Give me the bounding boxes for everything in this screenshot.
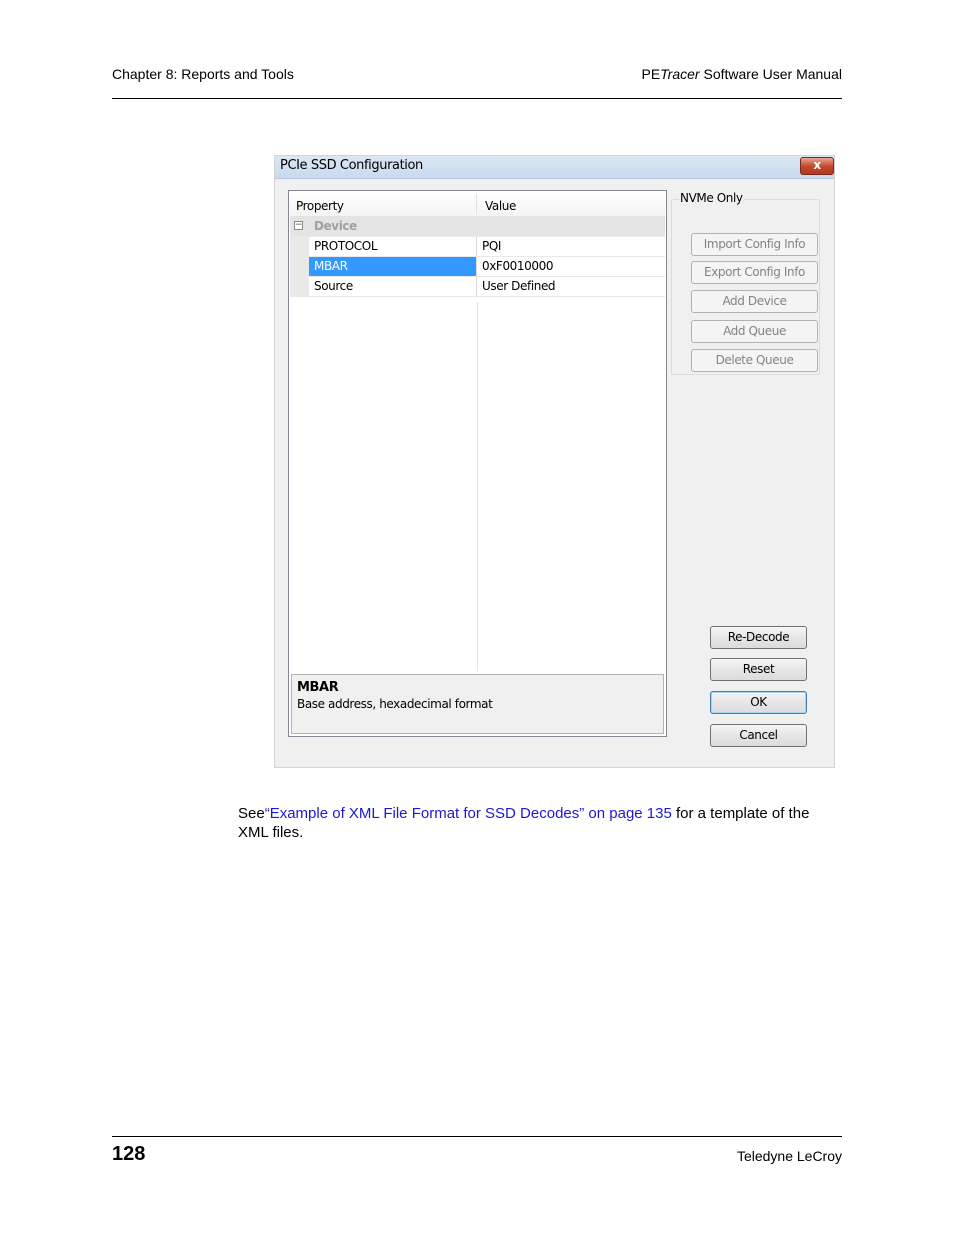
grid-header: Property Value: [290, 192, 665, 217]
property-row-source[interactable]: Source User Defined: [290, 277, 665, 297]
reset-button[interactable]: Reset: [710, 658, 807, 681]
category-label: Device: [314, 219, 357, 233]
close-button[interactable]: x: [800, 157, 834, 175]
manual-italic: Tracer: [660, 66, 700, 82]
column-divider: [476, 257, 477, 276]
row-gutter: [290, 237, 309, 256]
delete-queue-button[interactable]: Delete Queue: [691, 349, 818, 372]
column-divider-empty: [477, 302, 478, 671]
description-text: Base address, hexadecimal format: [297, 697, 493, 711]
xml-format-link[interactable]: “Example of XML File Format for SSD Deco…: [265, 805, 672, 822]
column-header-divider[interactable]: [476, 194, 477, 214]
page-header-manual: PETracer Software User Manual: [641, 66, 842, 82]
property-value[interactable]: User Defined: [482, 279, 556, 293]
paragraph-see: See: [238, 805, 265, 822]
page-header-chapter: Chapter 8: Reports and Tools: [112, 66, 294, 82]
row-gutter: [290, 277, 309, 296]
column-divider: [476, 277, 477, 296]
description-panel: MBAR Base address, hexadecimal format: [291, 674, 664, 734]
column-header-value[interactable]: Value: [485, 199, 516, 213]
ok-button[interactable]: OK: [710, 691, 807, 714]
property-row-protocol[interactable]: PROTOCOL PQI: [290, 237, 665, 257]
category-row-device[interactable]: − Device: [290, 217, 665, 237]
manual-prefix: PE: [641, 66, 661, 82]
description-name: MBAR: [297, 680, 339, 695]
column-header-property[interactable]: Property: [296, 199, 344, 213]
close-icon: x: [813, 158, 821, 172]
property-name: Source: [314, 279, 353, 293]
footer-rule: [112, 1136, 842, 1137]
body-paragraph: See“Example of XML File Format for SSD D…: [238, 804, 843, 842]
nvme-only-label: NVMe Only: [679, 191, 744, 205]
dialog-title: PCIe SSD Configuration: [280, 158, 423, 173]
page-number: 128: [112, 1143, 146, 1165]
footer-company: Teledyne LeCroy: [736, 1148, 842, 1164]
collapse-icon[interactable]: −: [294, 221, 303, 230]
manual-suffix: Software User Manual: [699, 66, 842, 82]
property-row-mbar[interactable]: MBAR 0xF0010000: [290, 257, 665, 277]
re-decode-button[interactable]: Re-Decode: [710, 626, 807, 649]
property-name: MBAR: [314, 259, 348, 273]
pcie-ssd-config-dialog: PCIe SSD Configuration x Property Value …: [274, 155, 835, 768]
property-grid: Property Value − Device PROTOCOL PQI MBA…: [288, 190, 667, 737]
dialog-titlebar: PCIe SSD Configuration x: [275, 156, 834, 179]
add-device-button[interactable]: Add Device: [691, 290, 818, 313]
export-config-info-button[interactable]: Export Config Info: [691, 261, 818, 284]
column-divider: [476, 237, 477, 256]
header-rule: [112, 98, 842, 99]
property-value[interactable]: PQI: [482, 239, 501, 253]
property-value[interactable]: 0xF0010000: [482, 259, 553, 273]
property-grid-body: Property Value − Device PROTOCOL PQI MBA…: [290, 192, 665, 671]
property-name: PROTOCOL: [314, 239, 378, 253]
import-config-info-button[interactable]: Import Config Info: [691, 233, 818, 256]
cancel-button[interactable]: Cancel: [710, 724, 807, 747]
add-queue-button[interactable]: Add Queue: [691, 320, 818, 343]
row-gutter: [290, 257, 309, 276]
expander-glyph: −: [295, 220, 303, 230]
